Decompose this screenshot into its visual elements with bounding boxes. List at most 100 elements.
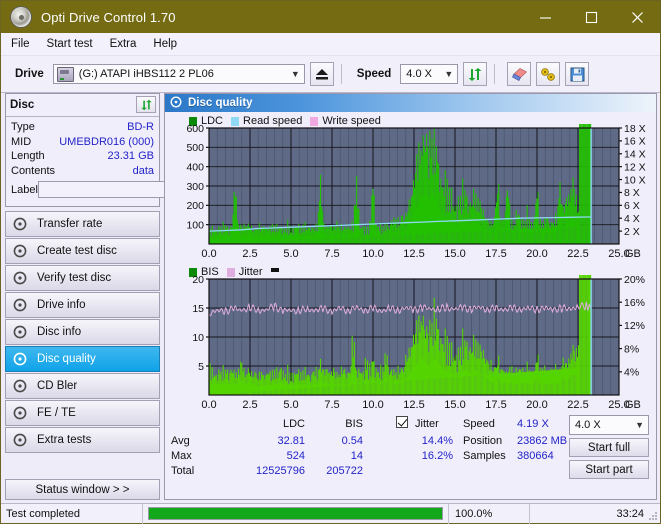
svg-text:15.0: 15.0 — [444, 248, 465, 260]
sidebar-item-cd-bler[interactable]: CD Bler — [5, 373, 160, 399]
jitter-max-value: 16.2% — [421, 450, 453, 462]
chevron-down-icon: ▼ — [635, 420, 644, 430]
stats-col-ldc: LDC — [282, 418, 305, 430]
svg-text:22.5: 22.5 — [567, 399, 588, 411]
close-icon[interactable] — [614, 1, 660, 33]
stats-samples-value: 380664 — [517, 450, 554, 462]
toolbar-divider-1 — [340, 64, 342, 84]
speed-label: Speed — [356, 68, 392, 80]
svg-text:5.0: 5.0 — [283, 399, 298, 411]
progress-bar-fill — [149, 508, 442, 519]
drive-select[interactable]: (G:) ATAPI iHBS112 2 PL06 ▼ — [52, 64, 305, 84]
svg-text:7.5: 7.5 — [324, 399, 339, 411]
menu-file[interactable]: File — [11, 38, 30, 50]
start-full-button[interactable]: Start full — [569, 438, 649, 457]
bis-chart-svg: 5 10 15 20 4% 8% 12% 16% 20% 0.0 2.5 5.0 7.5 10.0 12.5… — [192, 275, 645, 411]
maximize-icon[interactable] — [568, 1, 614, 33]
stats-total-bis: 205722 — [326, 465, 363, 477]
disc-icon — [13, 217, 30, 232]
stats-row-avg: Avg — [171, 435, 190, 447]
stats-panel: LDC BIS Avg 32.81 0.54 Max 524 14 Total … — [165, 415, 656, 482]
stats-speed-label: Speed — [463, 418, 495, 430]
svg-text:10.0: 10.0 — [362, 248, 383, 260]
save-button[interactable] — [565, 62, 590, 86]
sidebar-item-create-test-disc[interactable]: Create test disc — [5, 238, 160, 264]
erase-button[interactable] — [507, 62, 532, 86]
sidebar-item-label: Transfer rate — [37, 218, 103, 230]
status-text: Test completed — [6, 507, 80, 520]
menu-extra[interactable]: Extra — [110, 38, 137, 50]
bis-chart: 5 10 15 20 4% 8% 12% 16% 20% 0.0 2.5 5.0 7.5 10.0 12.5… — [165, 275, 659, 415]
svg-text:GB: GB — [625, 248, 641, 260]
stats-speed-value: 4.19 X — [517, 418, 549, 430]
disc-quality-icon — [170, 96, 182, 111]
stats-row-max: Max — [171, 450, 192, 462]
disc-panel-title: Disc — [10, 99, 35, 111]
toolbar: Drive (G:) ATAPI iHBS112 2 PL06 ▼ Speed … — [1, 56, 660, 93]
stats-position-label: Position — [463, 435, 503, 447]
drive-select-value: (G:) ATAPI iHBS112 2 PL06 — [78, 68, 214, 80]
svg-text:4 X: 4 X — [624, 213, 640, 225]
jitter-checkbox[interactable] — [396, 416, 408, 429]
disc-row-type: Type BD-R — [11, 120, 154, 135]
disc-row-contents-key: Contents — [11, 164, 56, 177]
disc-icon — [13, 433, 30, 448]
sidebar-item-label: Extra tests — [37, 434, 92, 446]
stats-avg-ldc: 32.81 — [277, 435, 305, 447]
disc-label-key: Label — [11, 183, 38, 196]
menu-start-test[interactable]: Start test — [47, 38, 93, 50]
disc-refresh-button[interactable] — [136, 96, 156, 113]
stats-max-ldc: 524 — [286, 450, 305, 462]
disc-row-length: Length 23.31 GB — [11, 149, 154, 164]
stats-col-bis: BIS — [345, 418, 363, 430]
disc-row-contents-value: data — [132, 164, 154, 177]
disc-icon — [13, 325, 30, 340]
status-window-button[interactable]: Status window > > — [5, 479, 160, 500]
speed-select[interactable]: 4.0 X ▼ — [400, 64, 459, 84]
disc-row-type-key: Type — [11, 121, 35, 133]
svg-text:6 X: 6 X — [624, 200, 640, 212]
app-disc-icon — [10, 6, 32, 28]
svg-text:7.5: 7.5 — [324, 248, 339, 260]
svg-text:12.5: 12.5 — [403, 248, 424, 260]
stats-speed-select[interactable]: 4.0 X ▼ — [569, 415, 649, 435]
refresh-button[interactable] — [463, 62, 488, 86]
disc-row-length-key: Length — [11, 150, 45, 162]
menu-help[interactable]: Help — [153, 38, 177, 50]
sidebar-item-label: CD Bler — [37, 380, 78, 392]
sidebar-item-extra-tests[interactable]: Extra tests — [5, 427, 160, 453]
disc-icon — [13, 352, 30, 367]
sidebar-item-disc-info[interactable]: Disc info — [5, 319, 160, 345]
disc-icon — [13, 298, 30, 313]
sidebar-item-drive-info[interactable]: Drive info — [5, 292, 160, 318]
svg-text:14 X: 14 X — [624, 149, 646, 161]
svg-text:500: 500 — [186, 142, 204, 154]
svg-text:400: 400 — [186, 161, 204, 173]
svg-text:15.0: 15.0 — [444, 399, 465, 411]
ldc-chart-svg: 100 200 300 400 500 600 2 X4 X6 X8 X10 X12 X14… — [186, 124, 646, 260]
minimize-icon[interactable] — [522, 1, 568, 33]
svg-text:10: 10 — [192, 332, 204, 344]
status-divider-1 — [142, 503, 143, 524]
main-title: Disc quality — [188, 97, 253, 109]
window-controls — [522, 1, 660, 33]
chevron-down-icon: ▼ — [444, 69, 454, 79]
sidebar-item-transfer-rate[interactable]: Transfer rate — [5, 211, 160, 237]
sidebar-item-disc-quality[interactable]: Disc quality — [5, 346, 160, 372]
window-title: Opti Drive Control 1.70 — [41, 9, 176, 25]
svg-text:600: 600 — [186, 124, 204, 135]
eject-button[interactable] — [309, 62, 334, 86]
sidebar-item-label: Create test disc — [37, 245, 117, 257]
sidebar-item-label: FE / TE — [37, 407, 76, 419]
svg-text:GB: GB — [625, 399, 641, 411]
sidebar-item-label: Disc quality — [37, 353, 96, 365]
start-part-button[interactable]: Start part — [569, 460, 649, 479]
tools-button[interactable] — [536, 62, 561, 86]
resize-grip-icon[interactable] — [647, 510, 658, 521]
sidebar-item-verify-test-disc[interactable]: Verify test disc — [5, 265, 160, 291]
svg-text:200: 200 — [186, 200, 204, 212]
stats-avg-bis: 0.54 — [341, 435, 363, 447]
disc-icon — [13, 406, 30, 421]
svg-text:17.5: 17.5 — [485, 248, 506, 260]
sidebar-item-fe-te[interactable]: FE / TE — [5, 400, 160, 426]
